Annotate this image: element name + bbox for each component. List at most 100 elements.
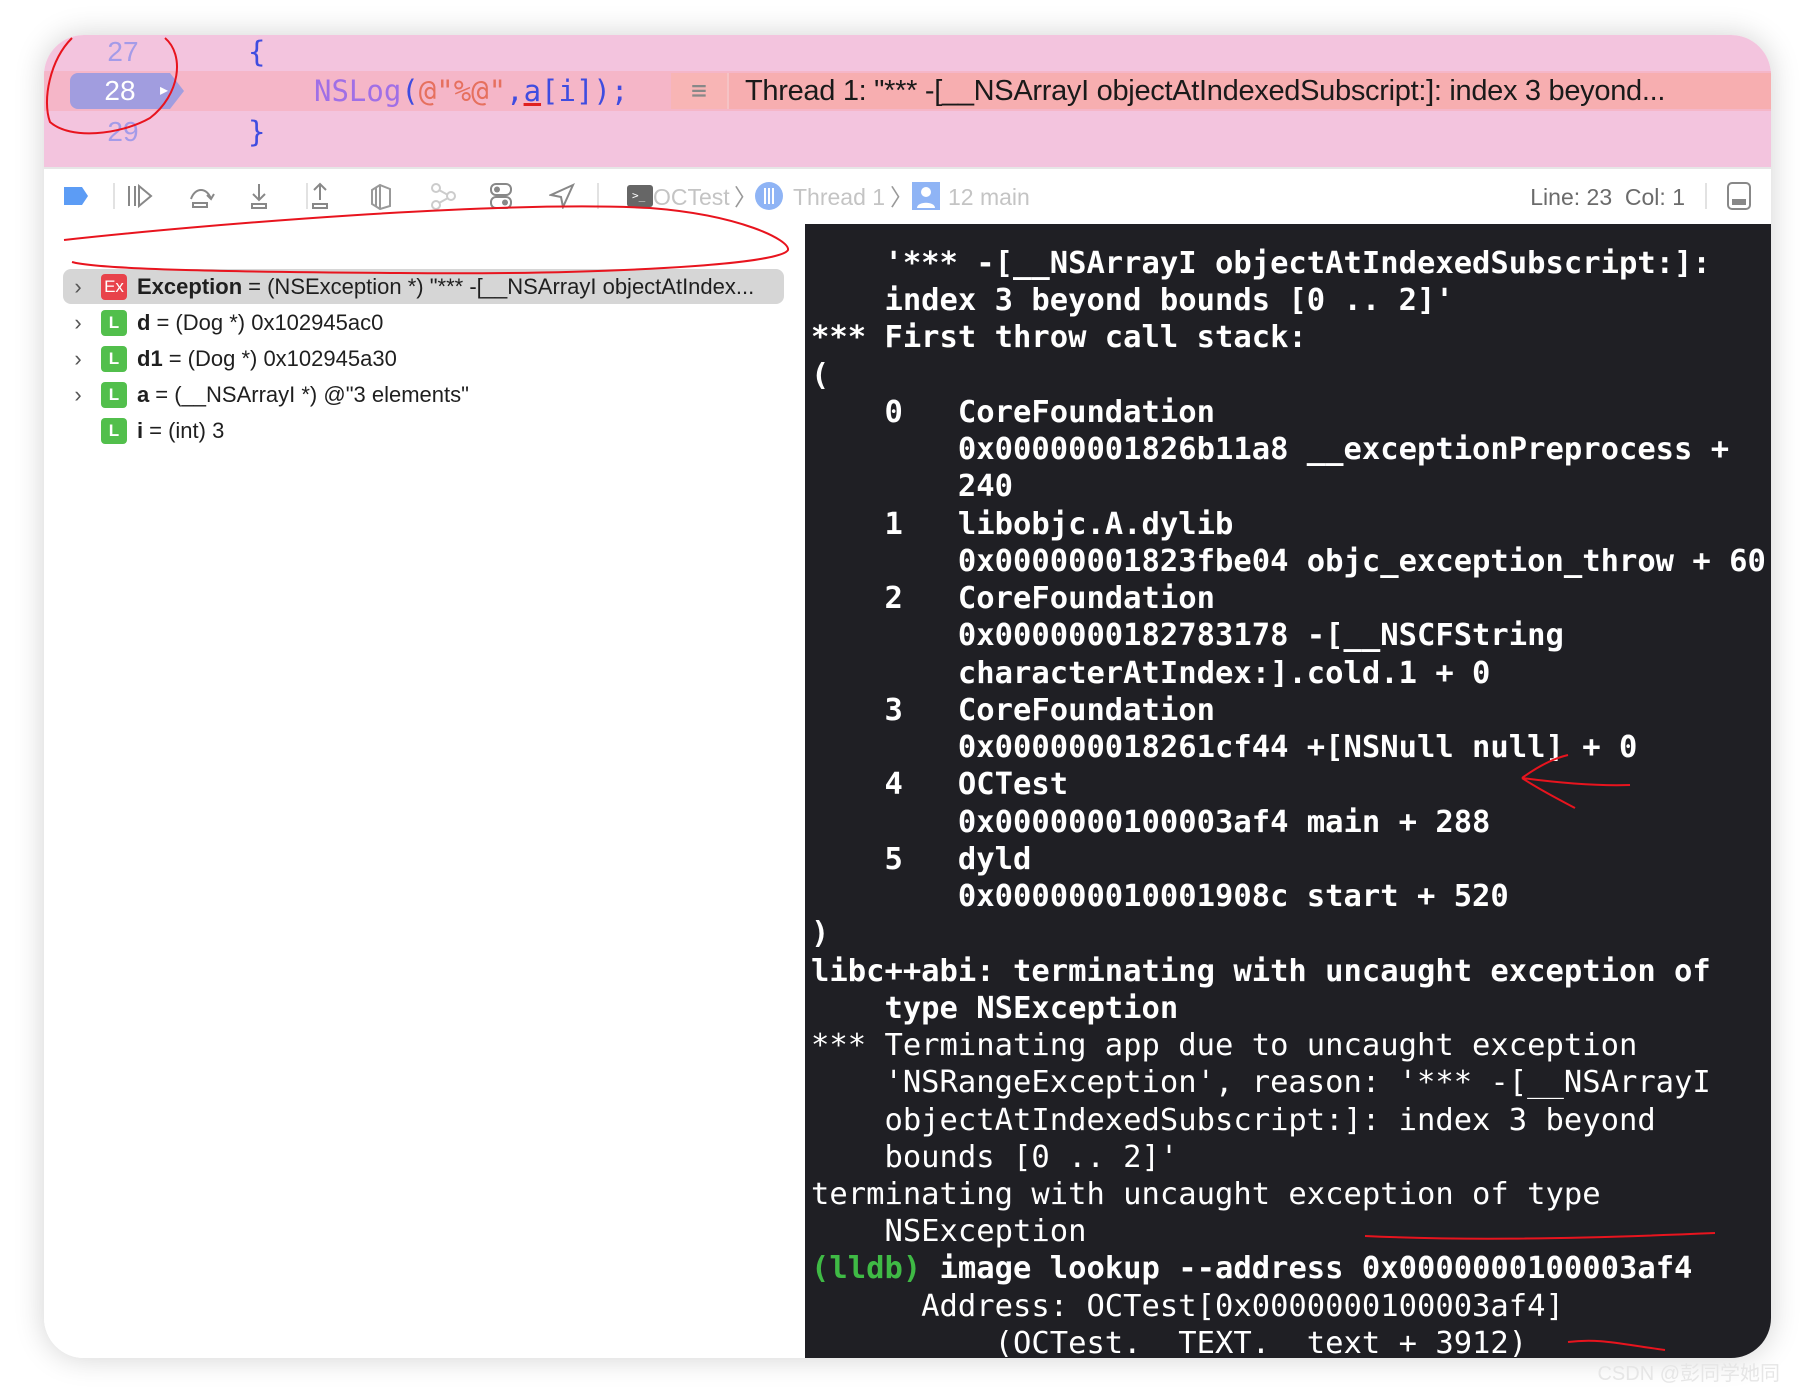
local-badge-icon: L	[101, 381, 127, 408]
toggle-console-icon[interactable]	[1727, 181, 1751, 211]
console-text: 240	[811, 469, 1013, 505]
console-text: 0x000000010001908c start + 520	[811, 879, 1509, 915]
line-number-text: 27	[107, 36, 139, 67]
console-output[interactable]: '*** -[__NSArrayI objectAtIndexedSubscri…	[805, 224, 1771, 1358]
step-out-icon[interactable]	[308, 181, 332, 211]
line-number[interactable]: 27	[94, 35, 152, 72]
variables-view[interactable]: › Ex Exception = (NSException *) "*** -[__N…	[44, 224, 805, 1358]
console-line: bounds [0 .. 2]'	[811, 1139, 1178, 1176]
console-line: 0x000000010001908c start + 520	[811, 878, 1509, 915]
divider	[597, 183, 599, 209]
source-text: {	[248, 35, 266, 69]
console-text: 0x00000001823fbe04 objc_exception_throw …	[811, 543, 1766, 579]
console-line: 0x0000000182783178 -[__NSCFString	[811, 617, 1564, 654]
disclosure-chevron-icon[interactable]: ›	[63, 274, 93, 300]
column-number: Col: 1	[1624, 184, 1685, 210]
console-line: (OCTest.__TEXT.__text + 3912)	[811, 1325, 1528, 1358]
console-line: *** First throw call stack:	[811, 319, 1307, 356]
variable-name: i	[137, 417, 144, 443]
variable-value: = (__NSArrayI *) @"3 elements"	[155, 381, 469, 407]
console-text: 'NSRangeException', reason: '*** -[__NSA…	[811, 1065, 1711, 1101]
divider	[113, 183, 115, 209]
disclosure-chevron-icon[interactable]: ›	[63, 346, 93, 372]
console-text: index 3 beyond bounds [0 .. 2]'	[811, 283, 1454, 319]
breadcrumb-process[interactable]: OCTest	[653, 182, 730, 212]
console-line: characterAtIndex:].cold.1 + 0	[811, 655, 1491, 692]
list-icon[interactable]: ≡	[671, 73, 729, 109]
breakpoint-arrow-icon: ▸	[159, 82, 168, 99]
variable-row-d[interactable]: › Ld = (Dog *) 0x102945ac0	[63, 305, 784, 340]
console-line: (lldb) image lookup --address 0x00000001…	[811, 1250, 1692, 1287]
environment-overrides-icon[interactable]	[489, 181, 513, 211]
thread-icon[interactable]	[754, 181, 784, 211]
step-into-icon[interactable]	[247, 181, 271, 211]
memory-graph-icon[interactable]	[429, 181, 457, 211]
variable-name: d1	[137, 345, 163, 371]
token-punct: (	[401, 74, 419, 108]
console-line: 4 OCTest	[811, 766, 1068, 803]
watermark: CSDN @彭同学她同	[1597, 1363, 1780, 1385]
svg-text:>_: >_	[632, 189, 646, 202]
console-text: 0x000000018261cf44 +[NSNull null] + 0	[811, 730, 1638, 766]
console-line: 240	[811, 468, 1013, 505]
process-icon[interactable]: >_	[627, 181, 653, 211]
console-text: image lookup --address 0x0000000100003af…	[921, 1251, 1693, 1287]
xcode-debug-window: 27 {28 ▸ NSLog(@"%@",a[i]); ≡ Thread 1: "*** …	[44, 35, 1771, 1358]
variable-row-i[interactable]: Li = (int) 3	[63, 413, 784, 448]
console-text: characterAtIndex:].cold.1 + 0	[811, 655, 1491, 691]
frame-icon[interactable]	[912, 181, 940, 211]
lldb-prompt: (lldb)	[811, 1251, 922, 1287]
source-editor[interactable]: 27 {28 ▸ NSLog(@"%@",a[i]); ≡ Thread 1: "*** …	[44, 35, 1771, 167]
console-line: 1 libobjc.A.dylib	[811, 506, 1233, 543]
source-text: }	[248, 115, 266, 149]
step-over-icon[interactable]	[187, 181, 215, 211]
variable-row-a[interactable]: › La = (__NSArrayI *) @"3 elements"	[63, 377, 784, 412]
line-number: Line: 23	[1530, 184, 1613, 210]
line-number[interactable]: 29	[94, 112, 152, 152]
console-line: *** Terminating app due to uncaught exce…	[811, 1027, 1637, 1064]
code-line: 28 ▸ NSLog(@"%@",a[i]); ≡ Thread 1: "*** -[_…	[44, 71, 1771, 111]
breakpoints-toggle-icon[interactable]	[62, 181, 90, 211]
line-number[interactable]: 28 ▸	[70, 73, 184, 109]
console-text: )	[811, 916, 830, 952]
breadcrumb-thread[interactable]: Thread 1	[793, 182, 885, 212]
variable-row-Exception[interactable]: › Ex Exception = (NSException *) "*** -[__N…	[63, 269, 784, 304]
divider	[1705, 183, 1707, 209]
console-text: objectAtIndexedSubscript:]: index 3 beyo…	[811, 1102, 1656, 1138]
source-text: NSLog(@"%@",a[i]);	[314, 71, 628, 111]
console-line: NSException	[811, 1213, 1086, 1250]
console-text: *** Terminating app due to uncaught exce…	[811, 1028, 1638, 1064]
console-line: Address: OCTest[0x0000000100003af4]	[811, 1288, 1564, 1325]
error-banner[interactable]: ≡ Thread 1: "*** -[__NSArrayI objectAtInd…	[671, 73, 1771, 109]
console-line: 0x0000000100003af4 main + 288	[811, 804, 1491, 841]
console-text: 4 OCTest	[811, 767, 1069, 803]
console-text: Address: OCTest[0x0000000100003af4]	[811, 1288, 1564, 1324]
console-line: index 3 beyond bounds [0 .. 2]'	[811, 282, 1454, 319]
console-text: 0x00000001826b11a8 __exceptionPreprocess…	[811, 432, 1730, 468]
disclosure-chevron-icon[interactable]: ›	[63, 382, 93, 408]
local-badge-icon: L	[101, 417, 127, 444]
variable-value: = (NSException *) "*** -[__NSArrayI obje…	[248, 273, 755, 299]
console-line: 2 CoreFoundation	[811, 580, 1215, 617]
token-punct: [i]);	[541, 74, 629, 108]
view-hierarchy-icon[interactable]	[368, 181, 394, 211]
console-text: libc++abi: terminating with uncaught exc…	[811, 953, 1711, 989]
disclosure-chevron-icon[interactable]: ›	[63, 310, 93, 336]
line-number-text: 29	[107, 116, 139, 147]
console-text: 1 libobjc.A.dylib	[811, 506, 1234, 542]
console-line: 'NSRangeException', reason: '*** -[__NSA…	[811, 1064, 1711, 1101]
console-text: bounds [0 .. 2]'	[811, 1139, 1179, 1175]
variable-row-d1[interactable]: › Ld1 = (Dog *) 0x102945a30	[63, 341, 784, 376]
breadcrumb-frame[interactable]: 12 main	[948, 182, 1030, 212]
variable-value: = (Dog *) 0x102945a30	[168, 345, 397, 371]
console-text: 0x0000000182783178 -[__NSCFString	[811, 618, 1564, 654]
continue-icon[interactable]	[126, 181, 154, 211]
variable-name: Exception	[137, 273, 243, 299]
console-text: *** First throw call stack:	[811, 320, 1307, 356]
console-line: 0x00000001826b11a8 __exceptionPreprocess…	[811, 431, 1729, 468]
exception-badge-icon: Ex	[101, 273, 127, 300]
console-text: NSException	[811, 1214, 1087, 1250]
variable-name: a	[137, 381, 150, 407]
location-icon[interactable]	[549, 181, 575, 211]
variable-name: d	[137, 309, 151, 335]
